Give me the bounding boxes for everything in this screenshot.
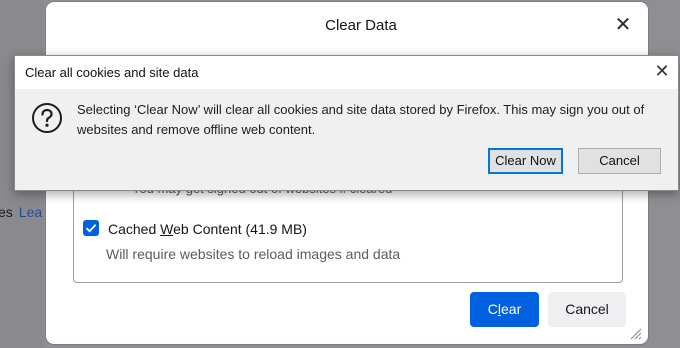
resize-grip-icon[interactable] (628, 326, 642, 340)
confirm-cancel-button[interactable]: Cancel (578, 148, 661, 174)
question-icon (32, 103, 62, 133)
background-page-text: es Lea (0, 204, 42, 220)
background-link[interactable]: Lea (19, 204, 42, 220)
cached-content-label[interactable]: Cached Web Content (41.9 MB) (108, 221, 307, 237)
cached-content-checkbox[interactable] (83, 220, 99, 236)
clear-now-button[interactable]: Clear Now (488, 148, 563, 174)
confirm-titlebar: Clear all cookies and site data ✕ (15, 56, 678, 89)
background-text: es (0, 204, 13, 220)
cancel-button[interactable]: Cancel (548, 292, 626, 327)
confirm-title: Clear all cookies and site data (25, 65, 199, 80)
confirm-message: Selecting ‘Clear Now’ will clear all coo… (77, 102, 645, 137)
close-icon[interactable]: ✕ (652, 61, 672, 81)
close-icon[interactable]: ✕ (612, 14, 634, 36)
clear-data-title: Clear Data (325, 17, 397, 34)
confirm-dialog: Clear all cookies and site data ✕ Select… (14, 55, 679, 191)
clear-button[interactable]: Clear (470, 292, 539, 327)
checkmark-icon (85, 224, 97, 233)
cached-content-description: Will require websites to reload images a… (106, 246, 401, 262)
